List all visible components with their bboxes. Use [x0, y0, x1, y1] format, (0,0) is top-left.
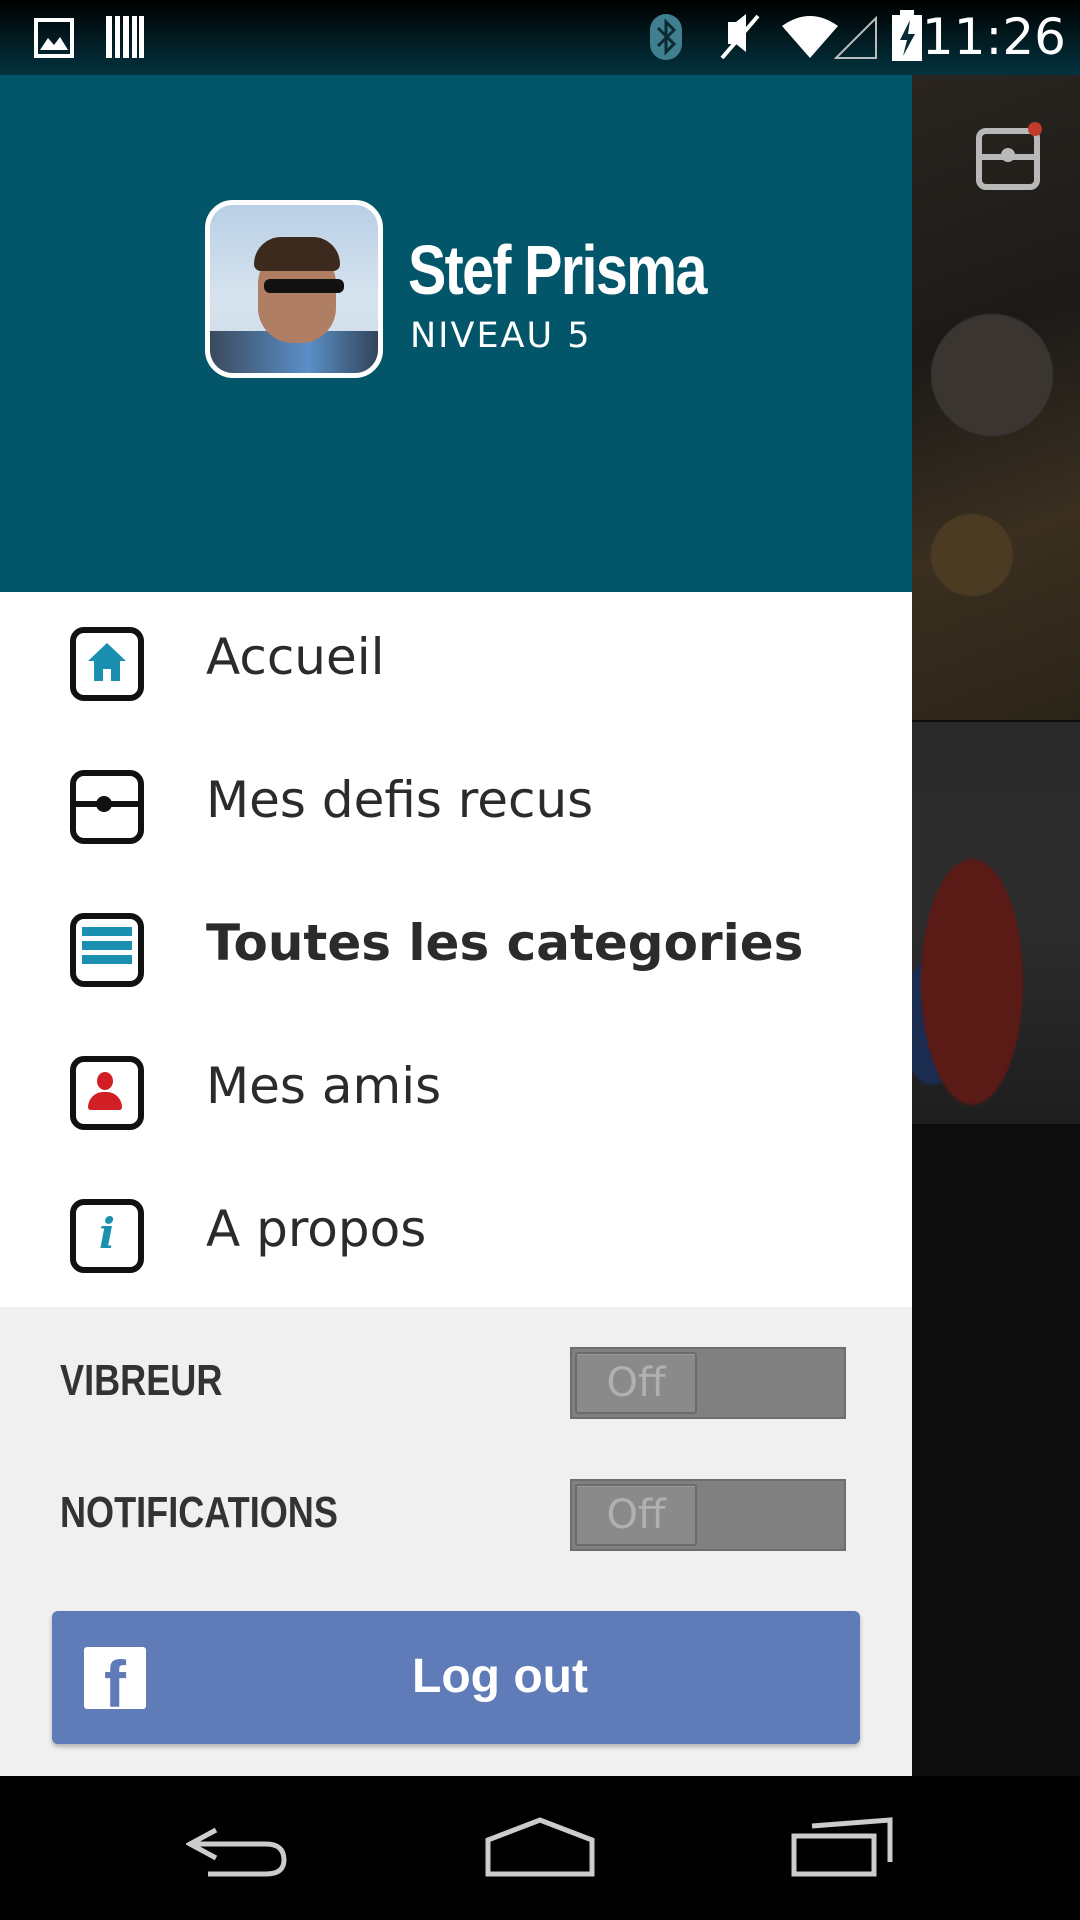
vibreur-toggle[interactable]: Off — [570, 1347, 846, 1419]
challenge-icon[interactable] — [976, 128, 1040, 190]
notification-dot — [1028, 122, 1042, 136]
menu-item-label: A propos — [206, 1200, 427, 1258]
bluetooth-icon — [650, 14, 682, 60]
navigation-bar — [0, 1776, 1080, 1920]
home-icon[interactable] — [484, 1816, 596, 1880]
status-bar: 11:26 — [0, 0, 1080, 75]
user-level: NIVEAU 5 — [410, 316, 592, 356]
barcode-icon — [106, 16, 144, 58]
menu-item-label: Toutes les categories — [206, 914, 804, 972]
mute-icon — [720, 14, 760, 60]
notifications-toggle[interactable]: Off — [570, 1479, 846, 1551]
info-icon: i — [70, 1199, 144, 1273]
wifi-icon — [782, 16, 838, 58]
drawer-header: Stef Prisma NIVEAU 5 — [0, 0, 912, 592]
signal-icon — [834, 15, 877, 59]
menu-item-label: Mes amis — [206, 1057, 442, 1115]
logout-button[interactable]: f Log out — [52, 1611, 860, 1744]
navigation-drawer: Stef Prisma NIVEAU 5 Accueil Mes defis r… — [0, 0, 912, 1776]
back-icon[interactable] — [186, 1816, 292, 1880]
menu-item-label: Mes defis recus — [206, 771, 594, 829]
image-icon — [34, 18, 74, 58]
menu-item-mes-defis-recus[interactable]: Mes defis recus — [0, 735, 912, 878]
background-app-content — [912, 0, 1080, 1776]
toggle-knob: Off — [575, 1352, 697, 1414]
menu-item-toutes-les-categories[interactable]: Toutes les categories — [0, 878, 912, 1021]
logout-label: Log out — [412, 1650, 588, 1703]
home-icon — [70, 627, 144, 701]
vibreur-label: VIBREUR — [60, 1356, 223, 1405]
battery-charging-icon — [892, 10, 922, 61]
background-photo — [912, 722, 1080, 1124]
menu-item-accueil[interactable]: Accueil — [0, 592, 912, 735]
friends-icon — [70, 1056, 144, 1130]
status-time: 11:26 — [921, 8, 1066, 66]
menu-item-a-propos[interactable]: i A propos — [0, 1164, 912, 1307]
menu-item-label: Accueil — [206, 628, 385, 686]
drawer-menu: Accueil Mes defis recus Toutes les categ… — [0, 592, 912, 1307]
user-name: Stef Prisma — [408, 231, 707, 309]
notifications-label: NOTIFICATIONS — [60, 1488, 338, 1537]
recent-apps-icon[interactable] — [790, 1816, 896, 1880]
categories-icon — [70, 913, 144, 987]
toggle-knob: Off — [575, 1484, 697, 1546]
menu-item-mes-amis[interactable]: Mes amis — [0, 1021, 912, 1164]
avatar[interactable] — [205, 200, 383, 378]
challenge-icon — [70, 770, 144, 844]
